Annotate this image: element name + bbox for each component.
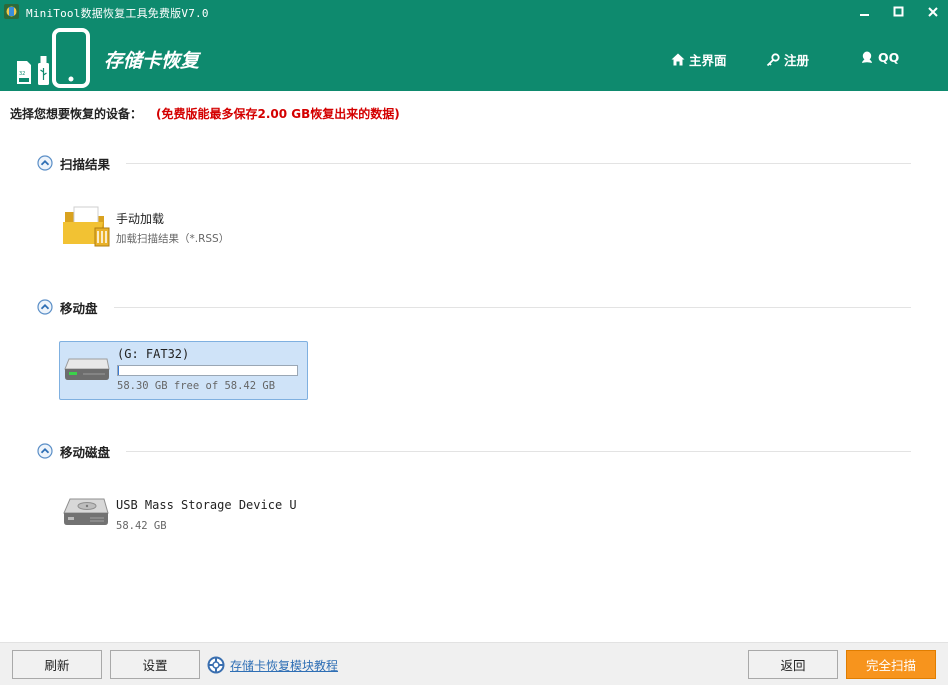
item-description: 加载扫描结果（*.RSS） <box>116 233 230 245</box>
divider <box>126 162 911 164</box>
back-button[interactable]: 返回 <box>748 650 838 679</box>
minimize-icon <box>860 14 869 16</box>
lifebuoy-help-icon <box>207 656 225 674</box>
drive-item-g[interactable]: (G: FAT32) 58.30 GB free of 58.42 GB <box>59 341 308 400</box>
key-icon <box>766 52 780 66</box>
prompt-label: 选择您想要恢复的设备： <box>10 107 143 121</box>
maximize-icon <box>893 6 904 17</box>
section-scan-results: 扫描结果 <box>37 154 911 172</box>
collapse-chevron-up-icon[interactable] <box>37 299 53 315</box>
section-title: 扫描结果 <box>60 156 111 172</box>
drive-icon <box>64 358 110 380</box>
nav-qq-label: QQ <box>878 50 900 65</box>
settings-button[interactable]: 设置 <box>110 650 200 679</box>
nav-register[interactable]: 注册 <box>766 50 809 69</box>
collapse-chevron-up-icon[interactable] <box>37 155 53 171</box>
nav-home-label: 主界面 <box>689 53 727 68</box>
minimize-button[interactable] <box>850 2 880 22</box>
section-title: 移动磁盘 <box>60 444 111 460</box>
collapse-chevron-up-icon[interactable] <box>37 443 53 459</box>
close-icon <box>928 7 938 17</box>
nav-qq[interactable]: QQ <box>860 50 899 65</box>
footer-bar: 刷新 设置 存储卡恢复模块教程 返回 完全扫描 <box>0 642 948 685</box>
section-title: 移动盘 <box>60 300 98 316</box>
manual-load-item[interactable]: 手动加载 加载扫描结果（*.RSS） <box>60 200 300 254</box>
drive-name: (G: FAT32) <box>117 347 190 361</box>
drive-usage-text: 58.30 GB free of 58.42 GB <box>117 380 276 392</box>
close-button[interactable] <box>918 2 948 22</box>
device-prompt: 选择您想要恢复的设备： (免费版能最多保存2.00 GB恢复出来的数据) <box>10 105 400 122</box>
section-removable: 移动盘 <box>37 298 911 316</box>
save-limit-notice: (免费版能最多保存2.00 GB恢复出来的数据) <box>156 107 400 121</box>
svg-text:32: 32 <box>19 71 25 77</box>
disk-icon <box>63 498 109 525</box>
full-scan-button[interactable]: 完全扫描 <box>846 650 936 679</box>
divider <box>126 450 911 452</box>
refresh-button[interactable]: 刷新 <box>12 650 102 679</box>
tutorial-link-label: 存储卡恢复模块教程 <box>230 658 339 673</box>
item-name: 手动加载 <box>116 212 165 226</box>
title-bar: MiniTool数据恢复工具免费版V7.0 <box>0 0 948 24</box>
drive-usage-bar <box>117 365 298 376</box>
qq-penguin-icon <box>862 51 872 63</box>
app-icon <box>4 4 19 19</box>
disk-item-usb[interactable]: USB Mass Storage Device U 58.42 GB <box>60 490 320 540</box>
disk-size: 58.42 GB <box>116 520 167 532</box>
nav-register-label: 注册 <box>784 53 810 68</box>
folder-icon <box>63 206 110 247</box>
header-banner: 32 存储卡恢复 主界面 注册 QQ <box>0 24 948 91</box>
home-icon <box>671 53 685 66</box>
window-title: MiniTool数据恢复工具免费版V7.0 <box>26 7 209 20</box>
memory-card-logo-icon: 32 <box>17 28 90 88</box>
nav-home[interactable]: 主界面 <box>671 50 727 69</box>
tutorial-link[interactable]: 存储卡恢复模块教程 <box>207 656 338 674</box>
module-title: 存储卡恢复 <box>104 50 200 72</box>
divider <box>113 306 911 308</box>
app-window: MiniTool数据恢复工具免费版V7.0 32 存储卡恢复 主界面 注册 QQ… <box>0 0 948 685</box>
disk-name: USB Mass Storage Device U <box>116 498 297 512</box>
maximize-button[interactable] <box>884 2 914 22</box>
section-removable-disk: 移动磁盘 <box>37 442 911 460</box>
